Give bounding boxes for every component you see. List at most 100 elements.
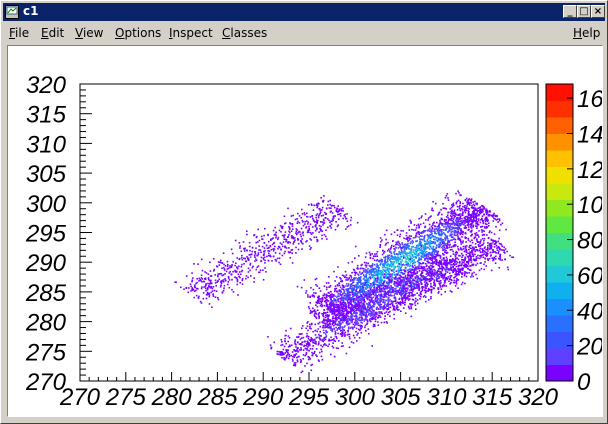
menu-edit[interactable]: Edit	[41, 26, 64, 40]
data-point	[338, 209, 341, 212]
maximize-button[interactable]: □	[577, 5, 591, 18]
data-point	[200, 302, 203, 304]
data-point	[396, 304, 398, 307]
data-point	[459, 201, 461, 203]
data-point	[417, 260, 419, 262]
data-point	[228, 279, 231, 281]
data-point	[429, 233, 431, 236]
data-point	[301, 213, 304, 215]
plot-canvas[interactable]: 270 275 280 285 290 295 300 305 310 315 320 270 275…	[7, 45, 604, 417]
data-point	[455, 253, 458, 256]
data-point	[389, 251, 392, 253]
data-point	[377, 308, 380, 310]
data-point	[457, 221, 459, 224]
data-point	[470, 202, 472, 204]
data-point	[387, 311, 390, 314]
data-point	[470, 261, 473, 263]
data-point	[437, 250, 440, 253]
data-point	[329, 307, 332, 309]
data-point	[239, 276, 241, 279]
data-point	[377, 324, 380, 326]
data-point	[365, 264, 368, 267]
data-point	[358, 303, 361, 306]
data-point	[264, 267, 266, 269]
title-bar[interactable]: c1 _ □ ×	[3, 3, 605, 21]
data-point	[452, 218, 455, 220]
data-point	[506, 250, 508, 253]
data-point	[457, 235, 459, 238]
data-point	[442, 249, 444, 252]
data-point	[407, 236, 409, 239]
data-point	[448, 278, 451, 280]
data-point	[387, 248, 390, 251]
data-point	[414, 261, 416, 264]
data-point	[452, 222, 455, 224]
data-point	[319, 304, 322, 307]
data-point	[441, 259, 443, 261]
data-point	[459, 216, 461, 219]
data-point	[373, 286, 375, 289]
close-button[interactable]: ×	[591, 5, 605, 18]
data-point	[323, 312, 325, 314]
data-point	[464, 225, 467, 227]
data-point	[351, 291, 354, 293]
data-point	[409, 258, 411, 260]
data-point	[416, 299, 419, 301]
data-point	[398, 297, 401, 300]
data-point	[324, 316, 327, 319]
data-point	[346, 277, 348, 279]
data-point	[465, 197, 468, 200]
data-point	[481, 237, 484, 240]
data-point	[393, 231, 396, 233]
data-point	[308, 245, 311, 247]
data-point	[477, 241, 480, 243]
data-point	[489, 251, 492, 254]
data-point	[482, 256, 484, 259]
menu-classes[interactable]: Classes	[222, 26, 267, 40]
data-point	[210, 286, 213, 288]
data-point	[345, 295, 348, 297]
data-point	[266, 247, 269, 250]
data-point	[222, 289, 225, 292]
data-point	[493, 243, 496, 245]
data-point	[385, 282, 388, 285]
data-point	[462, 231, 464, 233]
data-point	[353, 326, 356, 328]
data-point	[284, 231, 287, 233]
menu-help[interactable]: Help	[573, 26, 600, 40]
data-point	[471, 206, 473, 209]
data-point	[428, 251, 430, 254]
data-point	[287, 235, 289, 238]
data-point	[368, 281, 370, 284]
data-point	[389, 303, 392, 306]
data-point	[376, 263, 378, 265]
minimize-button[interactable]: _	[563, 5, 577, 18]
data-point	[306, 212, 308, 215]
data-point	[477, 254, 479, 257]
histogram-2d[interactable]: 270 275 280 285 290 295 300 305 310 315 320 270275…	[8, 46, 604, 416]
data-point	[342, 210, 344, 212]
data-point	[412, 246, 415, 248]
menu-file[interactable]: File	[9, 26, 29, 40]
data-point	[349, 287, 351, 289]
menu-view[interactable]: View	[75, 26, 103, 40]
data-point	[368, 264, 371, 267]
data-point	[314, 225, 317, 227]
data-point	[318, 312, 321, 314]
data-point	[200, 277, 203, 279]
data-point	[409, 264, 412, 266]
data-point	[384, 270, 386, 272]
menu-inspect[interactable]: Inspect	[169, 26, 213, 40]
menu-options[interactable]: Options	[115, 26, 161, 40]
data-point	[334, 323, 336, 326]
data-point	[357, 324, 360, 327]
data-point	[410, 315, 413, 318]
data-point	[489, 230, 491, 232]
data-point	[193, 296, 195, 299]
data-point	[352, 282, 354, 284]
data-point	[260, 235, 263, 238]
data-point	[376, 255, 378, 257]
data-point	[219, 259, 222, 262]
data-point	[404, 301, 406, 304]
data-point	[244, 257, 246, 260]
